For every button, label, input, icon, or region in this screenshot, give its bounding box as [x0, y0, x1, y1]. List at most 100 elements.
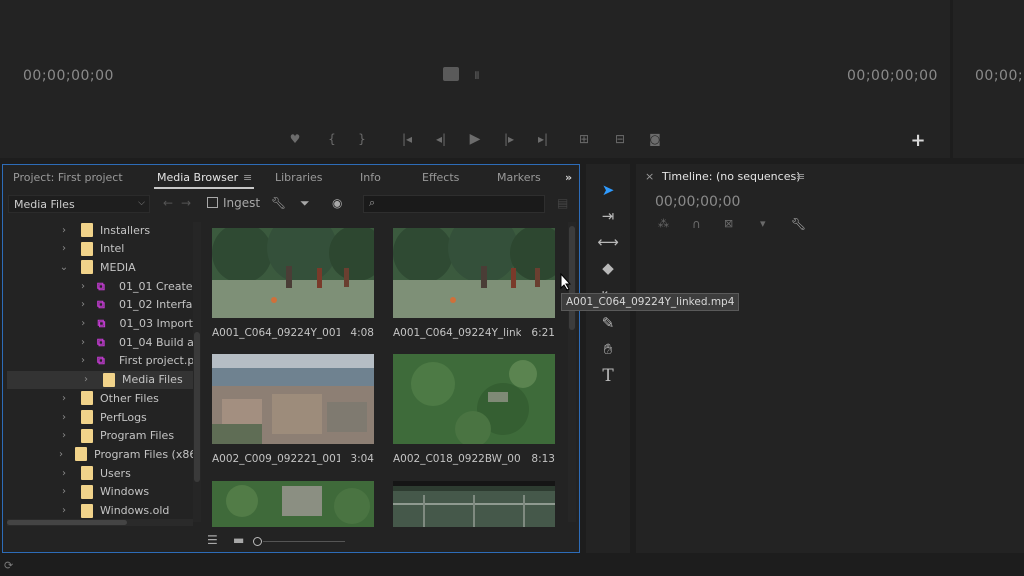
thumbnail-scrollbar[interactable] [568, 222, 576, 522]
back-arrow-icon[interactable]: ← [163, 196, 173, 210]
chevron-right-icon[interactable]: › [59, 430, 69, 441]
tree-scrollbar[interactable] [193, 222, 201, 522]
go-to-in-icon[interactable]: |◂ [398, 130, 416, 148]
razor-tool-icon[interactable]: ◆ [596, 259, 620, 281]
background-task-icon[interactable]: ⟳ [4, 559, 13, 572]
snap-icon[interactable]: ⁂ [658, 217, 669, 230]
clip-thumbnail[interactable] [212, 354, 374, 444]
add-marker-timeline-icon[interactable]: ⊠ [724, 217, 733, 230]
close-icon[interactable]: × [645, 170, 654, 183]
tab-media-browser[interactable]: Media Browser [157, 171, 238, 184]
source-timecode-out[interactable]: 00;00;00;00 [847, 68, 938, 84]
tree-item[interactable]: › Other Files [7, 389, 193, 407]
clip-tile[interactable]: A001_C064_09224Y_001... 4:08 [212, 228, 374, 339]
clip-thumbnail[interactable] [212, 481, 374, 527]
chevron-right-icon[interactable]: › [81, 299, 85, 310]
panel-menu-icon[interactable]: ≡ [796, 170, 805, 183]
tree-item[interactable]: › ⧉ 01_04 Build a [7, 333, 194, 351]
insert-icon[interactable]: ⊞ [575, 130, 593, 148]
clip-thumbnail[interactable] [393, 354, 555, 444]
tree-item[interactable]: › Windows.old [7, 502, 193, 520]
search-input[interactable]: ⌕ [363, 195, 545, 213]
clip-tile[interactable]: A002_C018_0922BW_00... 8:13 [393, 354, 555, 465]
chevron-right-icon[interactable]: › [81, 337, 85, 348]
clip-thumbnail[interactable] [393, 481, 555, 527]
tree-hscroll-thumb[interactable] [7, 520, 127, 525]
tab-info[interactable]: Info [360, 171, 381, 184]
clip-tile[interactable] [212, 481, 374, 527]
tree-item[interactable]: › Installers [7, 221, 193, 239]
mark-out-icon[interactable]: } [353, 130, 371, 148]
export-frame-icon[interactable]: ◙ [646, 130, 664, 148]
more-tabs-chevron-icon[interactable]: » [565, 171, 572, 184]
step-back-icon[interactable]: ◂| [432, 130, 450, 148]
tree-item[interactable]: › Program Files [7, 427, 193, 445]
tree-item[interactable]: › ⧉ 01_01 Create a [7, 277, 197, 295]
button-editor-plus-icon[interactable]: + [909, 130, 927, 151]
view-eye-icon[interactable]: ◉ [332, 196, 342, 210]
location-dropdown[interactable]: Media Files ⌵ [8, 195, 150, 213]
zoom-slider-handle[interactable] [253, 537, 262, 546]
tree-item[interactable]: › Users [7, 464, 193, 482]
tree-scroll-thumb[interactable] [194, 332, 200, 482]
tree-horizontal-scrollbar[interactable] [7, 519, 193, 526]
tree-item[interactable]: › Intel [7, 240, 193, 258]
source-timecode-in[interactable]: 00;00;00;00 [23, 68, 114, 84]
clip-tile[interactable] [393, 481, 555, 527]
tree-item[interactable]: › Windows [7, 483, 193, 501]
tree-item[interactable]: › ⧉ 01_02 Interfac [7, 296, 197, 314]
tree-item[interactable]: ⌄ MEDIA [7, 258, 193, 276]
tree-item[interactable]: › Program Files (x86 [7, 445, 196, 463]
add-marker-icon[interactable]: ♥ [286, 130, 304, 148]
tree-item[interactable]: › ⧉ 01_03 Import [7, 315, 193, 333]
tab-libraries[interactable]: Libraries [275, 171, 323, 184]
chevron-right-icon[interactable]: › [59, 412, 69, 423]
chevron-right-icon[interactable]: › [59, 449, 63, 460]
program-timecode[interactable]: 00;00;00;00 [975, 68, 1024, 84]
type-tool-icon[interactable]: T [596, 366, 620, 388]
tree-item[interactable]: › ⧉ First project.p [7, 352, 194, 370]
chevron-right-icon[interactable]: › [81, 281, 85, 292]
panel-menu-icon[interactable]: ≡ [243, 171, 252, 184]
track-select-tool-icon[interactable]: ⇥ [596, 207, 620, 229]
timeline-settings-wrench-icon[interactable]: 🔧︎ [791, 217, 806, 231]
pen-tool-icon[interactable]: ✎ [596, 314, 620, 336]
timeline-title[interactable]: Timeline: (no sequences) [662, 170, 801, 183]
hand-tool-icon[interactable]: ✋︎ [596, 340, 620, 362]
tab-effects[interactable]: Effects [422, 171, 459, 184]
tab-markers[interactable]: Markers [497, 171, 541, 184]
marker-icon[interactable]: ▾ [760, 217, 766, 230]
linked-selection-icon[interactable]: ∩ [692, 217, 701, 231]
icon-view-icon[interactable]: ▬ [233, 533, 244, 547]
zoom-slider-track[interactable] [263, 541, 345, 542]
timeline-timecode[interactable]: 00;00;00;00 [655, 194, 740, 210]
drag-audio-icon[interactable]: ⦀ [468, 67, 486, 85]
tree-item[interactable]: › Media Files [7, 370, 193, 389]
clip-thumbnail[interactable] [212, 228, 374, 318]
clip-thumbnail[interactable] [393, 228, 555, 318]
play-icon[interactable]: ▶ [466, 130, 484, 148]
chevron-right-icon[interactable]: › [81, 374, 91, 385]
chevron-right-icon[interactable]: › [59, 468, 69, 479]
go-to-out-icon[interactable]: ▸| [534, 130, 552, 148]
mark-in-icon[interactable]: { [323, 130, 341, 148]
new-bin-icon[interactable]: ▤ [557, 196, 568, 210]
forward-arrow-icon[interactable]: → [181, 196, 191, 210]
tree-item[interactable]: › PerfLogs [7, 408, 193, 426]
overwrite-icon[interactable]: ⊟ [611, 130, 629, 148]
drag-video-icon[interactable] [443, 67, 459, 81]
tab-project[interactable]: Project: First project [13, 171, 123, 184]
wrench-icon[interactable]: 🔧︎ [271, 196, 286, 210]
selection-tool-icon[interactable]: ➤ [596, 181, 620, 203]
ripple-edit-tool-icon[interactable]: ⟷ [596, 233, 620, 255]
chevron-right-icon[interactable]: › [81, 355, 85, 366]
chevron-right-icon[interactable]: › [59, 225, 69, 236]
chevron-right-icon[interactable]: › [59, 393, 69, 404]
chevron-right-icon[interactable]: › [59, 486, 69, 497]
chevron-right-icon[interactable]: › [81, 318, 86, 329]
chevron-down-icon[interactable]: ⌄ [59, 262, 69, 273]
clip-tile[interactable]: A001_C064_09224Y_link... 6:21 [393, 228, 555, 339]
chevron-right-icon[interactable]: › [59, 243, 69, 254]
chevron-right-icon[interactable]: › [59, 505, 69, 516]
ingest-checkbox[interactable] [207, 197, 218, 208]
